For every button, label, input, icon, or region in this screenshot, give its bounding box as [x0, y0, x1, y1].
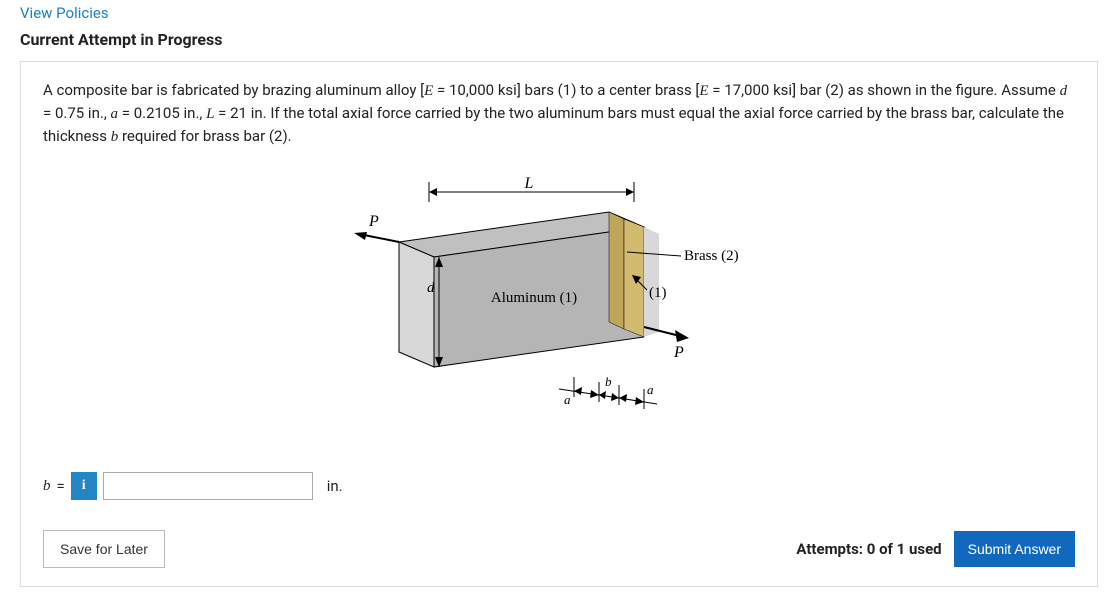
label-a1: a: [564, 392, 571, 407]
answer-unit: in.: [327, 477, 343, 495]
submit-answer-button[interactable]: Submit Answer: [954, 531, 1075, 567]
footer-row: Save for Later Attempts: 0 of 1 used Sub…: [43, 530, 1075, 568]
attempt-header: Current Attempt in Progress: [20, 30, 1098, 49]
composite-bar-svg: L P d Aluminum (1): [349, 172, 769, 432]
label-L: L: [524, 175, 534, 192]
label-b: b: [605, 374, 612, 389]
problem-container: A composite bar is fabricated by brazing…: [20, 61, 1098, 587]
diagram: L P d Aluminum (1): [43, 172, 1075, 432]
info-icon[interactable]: i: [71, 472, 97, 500]
answer-variable: b: [43, 478, 51, 495]
attempts-text: Attempts: 0 of 1 used: [796, 540, 941, 558]
label-one: (1): [649, 285, 667, 301]
save-for-later-button[interactable]: Save for Later: [43, 530, 165, 568]
view-policies-link[interactable]: View Policies: [20, 4, 1098, 22]
problem-text: A composite bar is fabricated by brazing…: [43, 80, 1075, 148]
label-a2: a: [647, 382, 654, 397]
answer-equals: =: [57, 477, 65, 495]
label-brass: Brass (2): [684, 248, 739, 264]
label-aluminum: Aluminum (1): [491, 290, 577, 306]
answer-input[interactable]: [103, 472, 313, 500]
label-P-right: P: [673, 344, 684, 361]
answer-row: b = i in.: [43, 472, 1075, 500]
label-P-left: P: [368, 213, 379, 230]
label-d: d: [427, 280, 435, 296]
